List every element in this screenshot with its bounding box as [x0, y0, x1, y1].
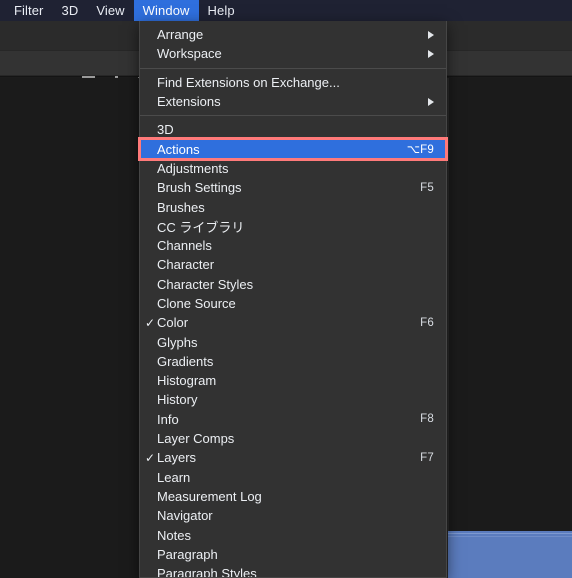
menu-item-learn[interactable]: Learn	[140, 468, 446, 487]
menu-item-character-styles[interactable]: Character Styles	[140, 275, 446, 294]
menu-item-gradients[interactable]: Gradients	[140, 352, 446, 371]
menu-item-label: 3D	[157, 122, 174, 138]
menu-item-label: Measurement Log	[157, 488, 262, 504]
menu-bar[interactable]: Filter 3D View Window Help	[0, 0, 572, 21]
submenu-arrow-icon	[428, 49, 434, 58]
submenu-arrow-icon	[428, 30, 434, 39]
menubar-item-window[interactable]: Window	[133, 0, 199, 21]
menu-item-label: Actions	[157, 141, 200, 157]
menu-item-color[interactable]: ✓ Color F6	[140, 313, 446, 332]
menu-item-layer-comps[interactable]: Layer Comps	[140, 429, 446, 448]
image-band	[448, 536, 572, 537]
menu-item-arrange[interactable]: Arrange	[140, 25, 446, 44]
menu-item-paragraph-styles[interactable]: Paragraph Styles	[140, 564, 446, 578]
app-window: Filter 3D View Window Help Arrange Workspace F…	[0, 0, 572, 578]
menu-item-label: Navigator	[157, 508, 213, 524]
menu-item-adjustments[interactable]: Adjustments	[140, 159, 446, 178]
menu-item-shortcut: F6	[420, 316, 434, 329]
menu-item-label: Workspace	[157, 46, 222, 62]
menu-item-label: Brush Settings	[157, 180, 242, 196]
menu-item-history[interactable]: History	[140, 390, 446, 409]
menu-separator	[140, 67, 446, 69]
menu-item-shortcut: F5	[420, 181, 434, 194]
menu-item-label: Extensions	[157, 94, 221, 110]
menu-item-label: Channels	[157, 238, 212, 254]
menubar-item-filter[interactable]: Filter	[5, 0, 53, 21]
menu-item-character[interactable]: Character	[140, 255, 446, 274]
submenu-arrow-icon	[428, 97, 434, 106]
menu-item-label: Character Styles	[157, 276, 254, 292]
menu-item-shortcut: F8	[420, 413, 434, 426]
checkmark-icon: ✓	[145, 315, 156, 330]
menu-item-label: Brushes	[157, 199, 205, 215]
menubar-item-3d[interactable]: 3D	[53, 0, 88, 21]
menu-item-label: Adjustments	[157, 160, 229, 176]
menu-item-label: Learn	[157, 469, 191, 485]
menu-item-label: Clone Source	[157, 296, 236, 311]
menu-item-label: Paragraph	[157, 546, 218, 562]
document-thumbnail[interactable]	[448, 531, 572, 578]
menu-item-layers[interactable]: ✓ Layers F7	[140, 448, 446, 467]
menu-item-label: Layers	[157, 450, 197, 466]
menu-item-label: Glyphs	[157, 334, 198, 350]
menu-item-clone-source[interactable]: Clone Source	[140, 294, 446, 313]
menu-item-shortcut: F7	[420, 451, 434, 464]
menu-item-find-extensions-on-exchange[interactable]: Find Extensions on Exchange...	[140, 73, 446, 92]
menu-item-notes[interactable]: Notes	[140, 525, 446, 544]
menu-item-histogram[interactable]: Histogram	[140, 371, 446, 390]
menu-item-measurement-log[interactable]: Measurement Log	[140, 487, 446, 506]
menu-item-3d[interactable]: 3D	[140, 120, 446, 139]
menu-item-label: CC ライブラリ	[157, 219, 245, 235]
image-band	[448, 533, 572, 534]
menu-item-label: History	[157, 392, 198, 408]
menu-item-label: Paragraph Styles	[157, 566, 257, 578]
menu-separator	[140, 115, 446, 117]
menu-item-actions[interactable]: Actions ⌥F9	[140, 139, 446, 159]
menu-item-label: Notes	[157, 527, 191, 543]
menu-item-glyphs[interactable]: Glyphs	[140, 332, 446, 351]
menu-item-label: Arrange	[157, 27, 204, 43]
menubar-item-help[interactable]: Help	[199, 0, 244, 21]
menu-item-cc[interactable]: CC ライブラリ	[140, 217, 446, 236]
menu-item-brush-settings[interactable]: Brush Settings F5	[140, 178, 446, 197]
window-menu-dropdown[interactable]: Arrange Workspace Find Extensions on Excha…	[139, 21, 447, 578]
menu-item-label: Find Extensions on Exchange...	[157, 74, 340, 90]
menu-item-info[interactable]: Info F8	[140, 410, 446, 429]
menu-item-workspace[interactable]: Workspace	[140, 44, 446, 63]
menu-item-shortcut: ⌥F9	[406, 144, 434, 157]
menubar-item-view[interactable]: View	[87, 0, 133, 21]
menu-item-label: Color	[157, 315, 189, 331]
menu-item-navigator[interactable]: Navigator	[140, 506, 446, 525]
menu-item-brushes[interactable]: Brushes	[140, 197, 446, 216]
menu-item-label: Character	[157, 257, 215, 273]
menu-item-channels[interactable]: Channels	[140, 236, 446, 255]
menu-item-extensions[interactable]: Extensions	[140, 92, 446, 111]
menu-item-paragraph[interactable]: Paragraph	[140, 545, 446, 564]
menu-item-label: Layer Comps	[157, 431, 235, 447]
menu-item-label: Info	[157, 411, 179, 427]
checkmark-icon: ✓	[145, 450, 156, 465]
menu-item-label: Histogram	[157, 373, 217, 389]
menu-item-label: Gradients	[157, 353, 214, 369]
